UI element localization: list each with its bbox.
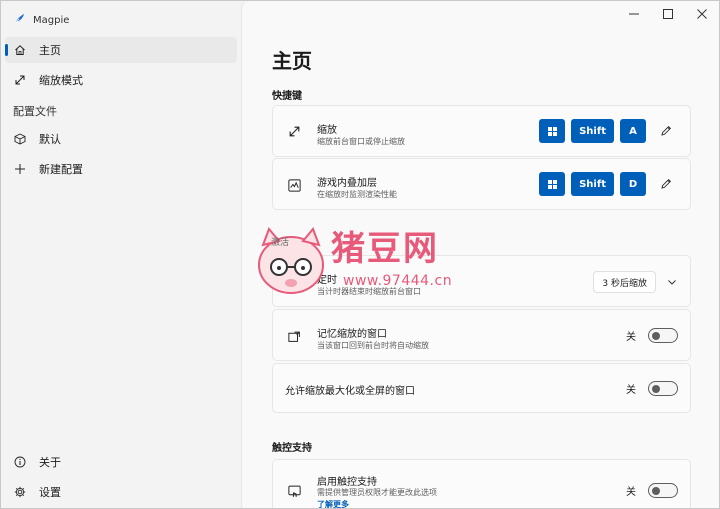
main-content: 主页 快捷键 缩放 缩放前台窗口或停止缩放 Shift A 游戏内叠加层 在缩放… [241,1,719,508]
card-description: 在缩放时监测渲染性能 [317,190,397,199]
card-title: 允许缩放最大化或全屏的窗口 [285,386,415,397]
sidebar-item-scale-modes[interactable]: 缩放模式 [5,67,237,93]
sidebar-item-about[interactable]: 关于 [5,449,237,475]
timer-card[interactable]: 定时 当计时器结束时缩放前台窗口 3 秒后缩放 [272,255,691,307]
allow-maximized-toggle[interactable] [648,381,678,396]
touch-toggle-group: 关 [626,483,678,498]
key-shift[interactable]: Shift [571,119,614,143]
maximize-button[interactable] [651,1,685,27]
touch-toggle[interactable] [648,483,678,498]
key-letter[interactable]: D [620,172,646,196]
profiles-section-label: 配置文件 [13,105,57,118]
chevron-down-icon[interactable] [666,276,678,288]
key-letter[interactable]: A [620,119,646,143]
card-description: 当计时器结束时缩放前台窗口 [317,287,421,296]
key-shift[interactable]: Shift [571,172,614,196]
card-description: 缩放前台窗口或停止缩放 [317,137,405,146]
card-title: 游戏内叠加层 [317,178,377,189]
sidebar-item-label: 默认 [39,133,61,146]
window-controls [617,1,719,27]
performance-chart-icon [287,178,301,192]
close-button[interactable] [685,1,719,27]
window-restore-icon [287,329,301,343]
shortcut-keys: Shift A [539,119,676,143]
touch-screen-icon [287,484,301,498]
edit-shortcut-button[interactable] [656,121,676,141]
sidebar-item-new-profile[interactable]: 新建配置 [5,156,237,182]
shortcut-overlay-card: 游戏内叠加层 在缩放时监测渲染性能 Shift D [272,158,691,210]
home-icon [13,43,27,57]
card-title: 定时 [317,275,337,286]
touch-heading: 触控支持 [272,443,312,454]
app-title-bar: Magpie [13,11,69,29]
sidebar-item-default-profile[interactable]: 默认 [5,126,237,152]
toggle-state-label: 关 [626,332,636,343]
learn-more-link[interactable]: 了解更多 [317,499,349,508]
remember-toggle[interactable] [648,328,678,343]
expand-icon [287,124,301,138]
gear-icon [13,485,27,499]
sidebar-item-home[interactable]: 主页 [5,37,237,63]
shortcut-scale-card: 缩放 缩放前台窗口或停止缩放 Shift A [272,105,691,157]
page-title: 主页 [272,49,312,73]
sidebar-item-label: 关于 [39,456,61,469]
allow-maximized-card: 允许缩放最大化或全屏的窗口 关 [272,363,691,413]
sidebar-item-label: 新建配置 [39,163,83,176]
shortcuts-heading: 快捷键 [272,91,302,102]
sidebar-item-label: 缩放模式 [39,74,83,87]
sidebar-item-settings[interactable]: 设置 [5,479,237,505]
plus-icon [13,162,27,176]
remember-windows-card: 记忆缩放的窗口 当该窗口回到前台时将自动缩放 关 [272,309,691,361]
toggle-state-label: 关 [626,385,636,396]
key-win[interactable] [539,172,566,196]
card-title: 记忆缩放的窗口 [317,329,387,340]
toggle-state-label: 关 [626,487,636,498]
minimize-button[interactable] [617,1,651,27]
edit-shortcut-button[interactable] [656,174,676,194]
touch-support-card: 启用触控支持 需提供管理员权限才能更改此选项 了解更多 关 [272,459,691,508]
app-title: Magpie [33,14,70,26]
cube-icon [13,132,27,146]
sidebar-item-label: 设置 [39,486,61,499]
card-title: 启用触控支持 [317,477,377,488]
pencil-icon [661,178,672,189]
timer-delay-dropdown[interactable]: 3 秒后缩放 [593,271,656,293]
card-description: 需提供管理员权限才能更改此选项 [317,488,437,497]
shortcut-keys: Shift D [539,172,676,196]
timer-icon [287,275,301,289]
card-title: 缩放 [317,125,337,136]
app-window: Magpie 主页 缩放模式 配置文件 默认 新建配置 关于 设置 主页 快捷键… [0,0,720,509]
expand-icon [13,73,27,87]
windows-icon [547,179,557,189]
card-description: 当该窗口回到前台时将自动缩放 [317,341,429,350]
remember-toggle-group: 关 [626,328,678,343]
sidebar: Magpie 主页 缩放模式 配置文件 默认 新建配置 关于 设置 [1,1,241,508]
info-icon [13,455,27,469]
sidebar-item-label: 主页 [39,44,61,57]
windows-icon [547,126,557,136]
allow-maximized-toggle-group: 关 [626,381,678,396]
key-win[interactable] [539,119,566,143]
magpie-feather-icon [13,13,25,28]
pencil-icon [661,125,672,136]
